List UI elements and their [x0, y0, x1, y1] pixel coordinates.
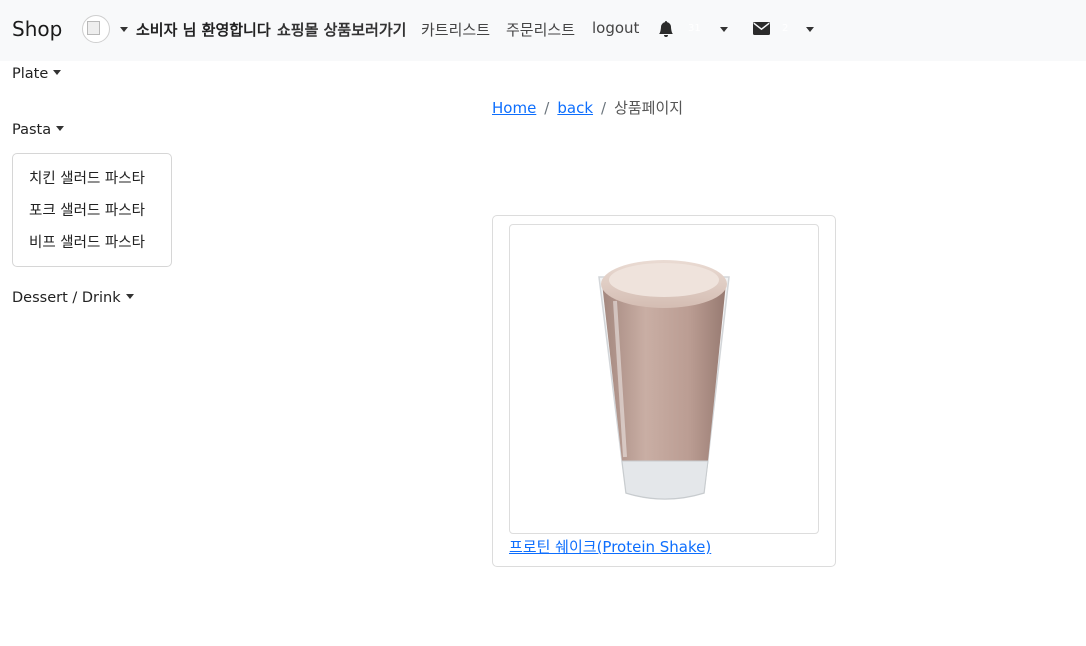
nav-orders-link[interactable]: 주문리스트: [506, 19, 575, 40]
product-card: 프로틴 쉐이크(Protein Shake): [492, 215, 836, 567]
breadcrumb-separator: /: [544, 99, 550, 117]
category-dessert-drink[interactable]: Dessert / Drink: [12, 290, 134, 306]
chevron-down-icon: [56, 126, 65, 131]
pasta-dropdown-menu: 치킨 샐러드 파스타 포크 샐러드 파스타 비프 샐러드 파스타: [12, 153, 172, 267]
avatar[interactable]: [82, 15, 110, 43]
welcome-message: 소비자 님 환영합니다: [136, 21, 271, 39]
chevron-down-icon[interactable]: [720, 27, 728, 32]
envelope-icon[interactable]: [753, 22, 770, 35]
breadcrumb: Home / back / 상품페이지: [492, 97, 683, 118]
category-plate[interactable]: Plate: [12, 66, 62, 82]
menu-item-chicken-salad-pasta[interactable]: 치킨 샐러드 파스타: [13, 167, 171, 199]
bell-icon[interactable]: [658, 21, 674, 37]
category-label: Pasta: [12, 122, 52, 138]
category-label: Plate: [12, 66, 49, 82]
menu-item-beef-salad-pasta[interactable]: 비프 샐러드 파스타: [13, 231, 171, 263]
logout-link[interactable]: logout: [592, 19, 639, 37]
chevron-down-icon[interactable]: [120, 27, 128, 32]
product-image[interactable]: [509, 224, 819, 534]
breadcrumb-home-link[interactable]: Home: [492, 99, 536, 117]
chevron-down-icon[interactable]: [806, 27, 814, 32]
nav-cart-link[interactable]: 카트리스트: [421, 19, 490, 40]
brand-logo[interactable]: Shop: [12, 17, 62, 41]
message-count-badge: 2: [782, 23, 789, 34]
top-navbar: Shop 소비자 님 환영합니다 쇼핑몰 상품보러가기 카트리스트 주문리스트 …: [0, 0, 1086, 61]
breadcrumb-current: 상품페이지: [614, 99, 684, 117]
protein-shake-image: [598, 260, 730, 500]
breadcrumb-back-link[interactable]: back: [557, 99, 593, 117]
menu-item-pork-salad-pasta[interactable]: 포크 샐러드 파스타: [13, 199, 171, 231]
chevron-down-icon: [53, 70, 62, 75]
category-label: Dessert / Drink: [12, 290, 121, 306]
nav-shop-link[interactable]: 쇼핑몰 상품보러가기: [277, 19, 406, 40]
breadcrumb-separator: /: [601, 99, 607, 117]
category-pasta[interactable]: Pasta: [12, 122, 65, 138]
notification-count-badge: 31: [688, 23, 701, 34]
chevron-down-icon: [125, 294, 134, 299]
product-name-link[interactable]: 프로틴 쉐이크(Protein Shake): [509, 536, 711, 557]
